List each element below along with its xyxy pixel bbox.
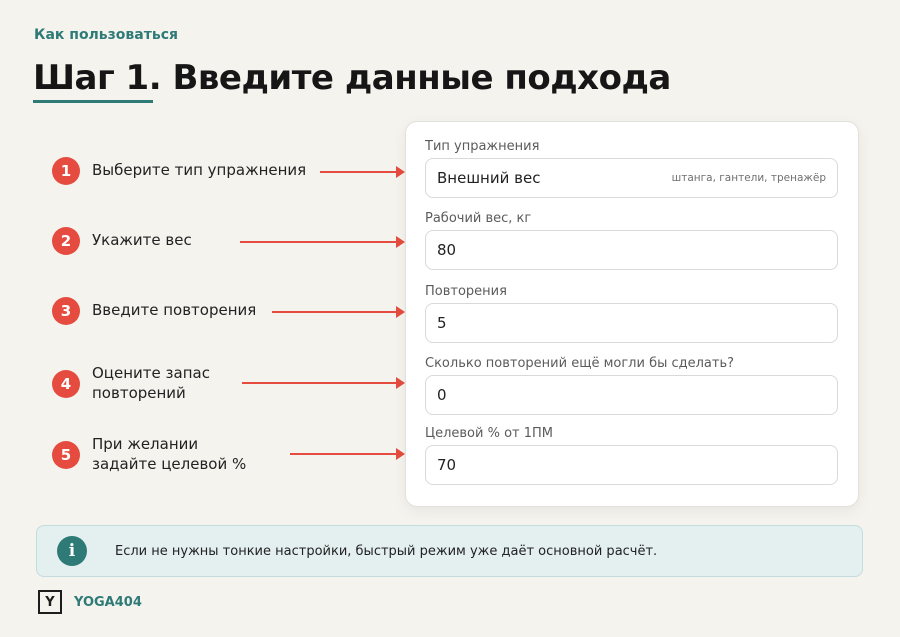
reps-value: 5 — [437, 314, 447, 332]
exercise-type-select[interactable]: Внешний вес штанга, гантели, тренажёр — [425, 158, 838, 198]
step-number-badge: 2 — [52, 227, 80, 255]
target-percent-label: Целевой % от 1ПМ — [425, 426, 554, 441]
page-title: Шаг 1. Введите данные подхода — [33, 58, 671, 98]
reps-in-reserve-input[interactable]: 0 — [425, 375, 838, 415]
arrow-step-5 — [290, 448, 405, 460]
title-underline — [33, 100, 153, 103]
brand-logo-icon: Y — [38, 590, 62, 614]
step-4: 4 Оцените запас повторений — [52, 364, 262, 403]
step-5: 5 При желании задайте целевой % — [52, 435, 262, 474]
target-percent-input[interactable]: 70 — [425, 445, 838, 485]
step-label: Оцените запас повторений — [92, 364, 210, 402]
arrow-step-3 — [272, 306, 405, 318]
step-label: Выберите тип упражнения — [92, 161, 307, 180]
step-number-badge: 3 — [52, 297, 80, 325]
step-1: 1 Выберите тип упражнения — [52, 157, 306, 185]
step-label: Введите повторения — [92, 301, 257, 320]
step-label: При желании задайте целевой % — [92, 435, 247, 473]
brand-name: YOGA404 — [74, 595, 142, 610]
step-number-badge: 1 — [52, 157, 80, 185]
step-2: 2 Укажите вес — [52, 227, 192, 255]
step-number-badge: 4 — [52, 369, 80, 398]
info-icon: i — [57, 536, 87, 566]
section-eyebrow: Как пользоваться — [34, 27, 178, 43]
arrow-step-4 — [242, 377, 405, 389]
arrow-step-2 — [240, 236, 405, 248]
weight-input[interactable]: 80 — [425, 230, 838, 270]
step-3: 3 Введите повторения — [52, 297, 256, 325]
target-percent-value: 70 — [437, 456, 457, 474]
exercise-type-hint: штанга, гантели, тренажёр — [671, 172, 826, 184]
step-number-badge: 5 — [52, 440, 80, 469]
reps-in-reserve-label: Сколько повторений ещё могли бы сделать? — [425, 356, 735, 371]
arrow-step-1 — [320, 166, 405, 178]
set-input-form: Тип упражнения Внешний вес штанга, ганте… — [405, 121, 859, 507]
step-label: Укажите вес — [92, 231, 192, 250]
exercise-type-label: Тип упражнения — [425, 139, 540, 154]
info-banner: i Если не нужны тонкие настройки, быстры… — [36, 525, 863, 577]
weight-value: 80 — [437, 241, 457, 259]
reps-input[interactable]: 5 — [425, 303, 838, 343]
exercise-type-value: Внешний вес — [437, 169, 541, 187]
info-text: Если не нужны тонкие настройки, быстрый … — [115, 543, 658, 559]
reps-label: Повторения — [425, 284, 507, 299]
reps-in-reserve-value: 0 — [437, 386, 447, 404]
weight-label: Рабочий вес, кг — [425, 211, 532, 226]
